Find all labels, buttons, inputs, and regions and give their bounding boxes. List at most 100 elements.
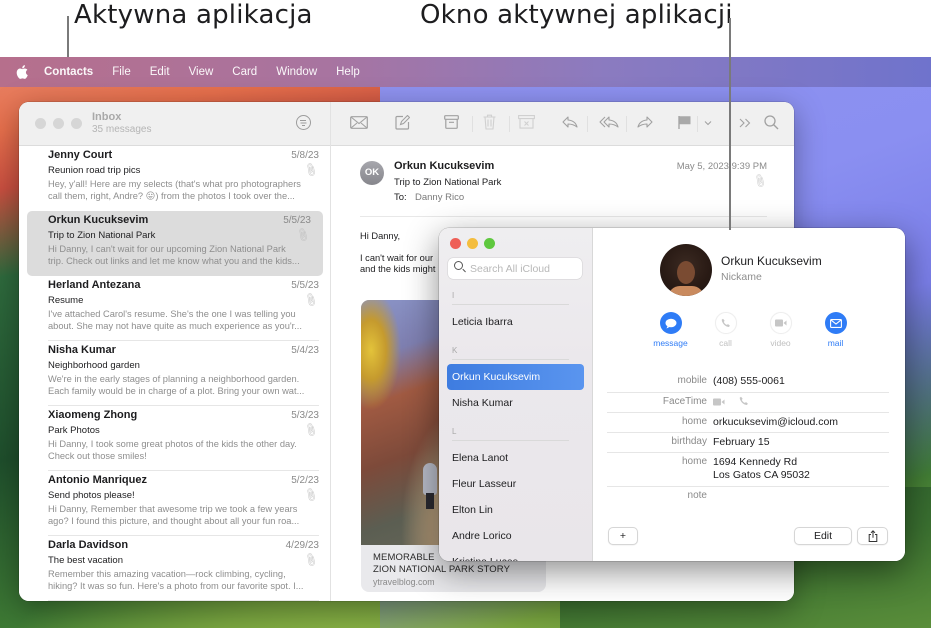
forward-icon[interactable]	[637, 116, 653, 128]
call-action[interactable]: call	[698, 312, 753, 348]
viewer-sender[interactable]: Orkun Kucuksevim	[394, 160, 494, 172]
message-row[interactable]: Jenny Court 5/8/23 Reunion road trip pics 📎…	[19, 146, 331, 211]
filter-icon[interactable]	[296, 115, 311, 130]
body-line: I can't wait for our	[360, 253, 434, 263]
edit-button[interactable]: Edit	[794, 527, 852, 545]
link-url: ytravelblog.com	[373, 577, 435, 587]
contact-list-item[interactable]: Kristina Lucas	[439, 549, 593, 561]
compose-icon[interactable]	[395, 115, 410, 130]
menu-app-name[interactable]: Contacts	[44, 66, 93, 78]
body-line: and the kids might	[360, 264, 436, 274]
section-letter: K	[452, 346, 458, 355]
field-address: home 1694 Kennedy Rd Los Gatos CA 95032	[607, 453, 889, 487]
message-subject: Reunion road trip pics	[48, 165, 141, 176]
apple-logo-icon[interactable]	[16, 65, 28, 79]
more-chevrons-icon[interactable]	[739, 118, 751, 128]
search-icon	[454, 261, 463, 270]
search-icon[interactable]	[764, 115, 779, 130]
contact-name: Orkun Kucuksevim	[721, 254, 822, 268]
callout-line-active-app	[67, 16, 69, 58]
message-date: 5/4/23	[291, 345, 319, 356]
message-subject: Park Photos	[48, 425, 100, 436]
contact-list-item[interactable]: Elena Lanot	[439, 445, 593, 471]
callout-active-window: Okno aktywnej aplikacji	[420, 0, 733, 30]
zoom-button[interactable]	[484, 238, 495, 249]
contact-list-item[interactable]: Leticia Ibarra	[439, 309, 593, 335]
contact-list-item[interactable]: Andre Lorico	[439, 523, 593, 549]
viewer-subject: Trip to Zion National Park	[394, 177, 502, 188]
field-email: home orkucuksevim@icloud.com	[607, 413, 889, 433]
menu-card[interactable]: Card	[232, 66, 257, 78]
minimize-button[interactable]	[53, 118, 64, 129]
field-birthday: birthday February 15	[607, 433, 889, 453]
contacts-search-input[interactable]	[470, 260, 578, 277]
message-row[interactable]: Antonio Manriquez 5/2/23 Send photos pleas…	[19, 471, 331, 536]
message-row[interactable]: Nisha Kumar 5/4/23 Neighborhood garden We'r…	[19, 341, 331, 406]
message-date: 4/29/23	[285, 540, 319, 551]
message-sender: Jenny Court	[48, 149, 113, 161]
flag-icon[interactable]	[678, 115, 691, 130]
window-controls	[450, 238, 495, 249]
contacts-window: ILeticia IbarraKOrkun KucuksevimNisha Ku…	[439, 228, 905, 561]
flag-menu-chevron-icon[interactable]	[704, 120, 712, 126]
contact-actions: message call video mail	[643, 312, 863, 348]
menu-bar: Contacts File Edit View Card Window Help	[0, 57, 931, 87]
close-button[interactable]	[450, 238, 461, 249]
viewer-recipient[interactable]: Danny Rico	[415, 192, 464, 203]
trash-icon[interactable]	[483, 114, 496, 130]
get-mail-icon[interactable]	[350, 116, 368, 129]
message-preview-line: Remember this amazing vacation—rock clim…	[48, 569, 286, 579]
mailbox-count: 35 messages	[92, 124, 152, 135]
message-row[interactable]: Orkun Kucuksevim 5/5/23 Trip to Zion Natio…	[27, 211, 323, 276]
junk-icon[interactable]	[518, 115, 535, 129]
message-date: 5/5/23	[283, 215, 311, 226]
menu-view[interactable]: View	[189, 66, 214, 78]
menu-edit[interactable]: Edit	[150, 66, 170, 78]
section-header: I	[439, 286, 593, 309]
message-row[interactable]: Herland Antezana 5/5/23 Resume 📎︎ I've attac…	[19, 276, 331, 341]
close-button[interactable]	[35, 118, 46, 129]
contacts-sidebar: I Leticia Ibarra K Orkun KucuksevimNisha Ku…	[439, 228, 593, 561]
message-row[interactable]: Darla Davidson 4/29/23 The best vacation 📎︎…	[19, 536, 331, 601]
contact-list-item[interactable]: Nisha Kumar	[439, 390, 593, 416]
zoom-button[interactable]	[71, 118, 82, 129]
reply-all-icon[interactable]	[599, 116, 619, 128]
contact-list-item[interactable]: Fleur Lasseur	[439, 471, 593, 497]
video-action[interactable]: video	[753, 312, 808, 348]
message-sender: Herland Antezana	[48, 279, 141, 291]
message-row[interactable]: Xiaomeng Zhong 5/3/23 Park Photos 📎︎ Hi Dann…	[19, 406, 331, 471]
message-bubble-icon	[659, 312, 682, 334]
contact-list-item[interactable]: Orkun Kucuksevim	[447, 364, 584, 390]
menu-help[interactable]: Help	[336, 66, 360, 78]
add-button[interactable]: +	[608, 527, 638, 545]
message-preview-line: Hi Danny, Remember that awesome trip we …	[48, 504, 298, 514]
contact-list-item[interactable]: Elton Lin	[439, 497, 593, 523]
reply-icon[interactable]	[562, 116, 578, 128]
section-header: K	[439, 341, 593, 364]
minimize-button[interactable]	[467, 238, 478, 249]
message-action[interactable]: message	[643, 312, 698, 348]
viewer-to-label: To:	[394, 192, 407, 203]
attachment-icon: 📎︎	[751, 173, 769, 190]
contact-nickname: Nickame	[721, 271, 762, 283]
share-button[interactable]	[857, 527, 888, 545]
message-preview-line: Check out those smiles!	[48, 451, 147, 461]
message-sender: Darla Davidson	[48, 539, 129, 551]
message-preview-line: hiking? It was so fun. Here's a photo fr…	[48, 581, 304, 591]
menu-file[interactable]: File	[112, 66, 131, 78]
menu-window[interactable]: Window	[276, 66, 317, 78]
message-sender: Orkun Kucuksevim	[48, 214, 149, 226]
contact-fields: mobile (408) 555-0061 FaceTime home orku…	[607, 372, 889, 507]
archive-icon[interactable]	[444, 115, 459, 129]
row-divider	[48, 600, 319, 601]
message-subject: The best vacation	[48, 555, 123, 566]
contact-photo	[660, 244, 712, 296]
message-sender: Nisha Kumar	[48, 344, 116, 356]
facetime-video-icon[interactable]	[713, 398, 725, 406]
facetime-audio-icon[interactable]	[739, 396, 749, 406]
contact-list: I Leticia Ibarra K Orkun Kucuksevim Nisha Ku…	[439, 286, 593, 561]
message-preview-line: I've attached Carol's resume. She's the …	[48, 309, 296, 319]
section-letter: I	[452, 291, 455, 300]
mailbox-title: Inbox	[92, 111, 122, 123]
mail-action[interactable]: mail	[808, 312, 863, 348]
